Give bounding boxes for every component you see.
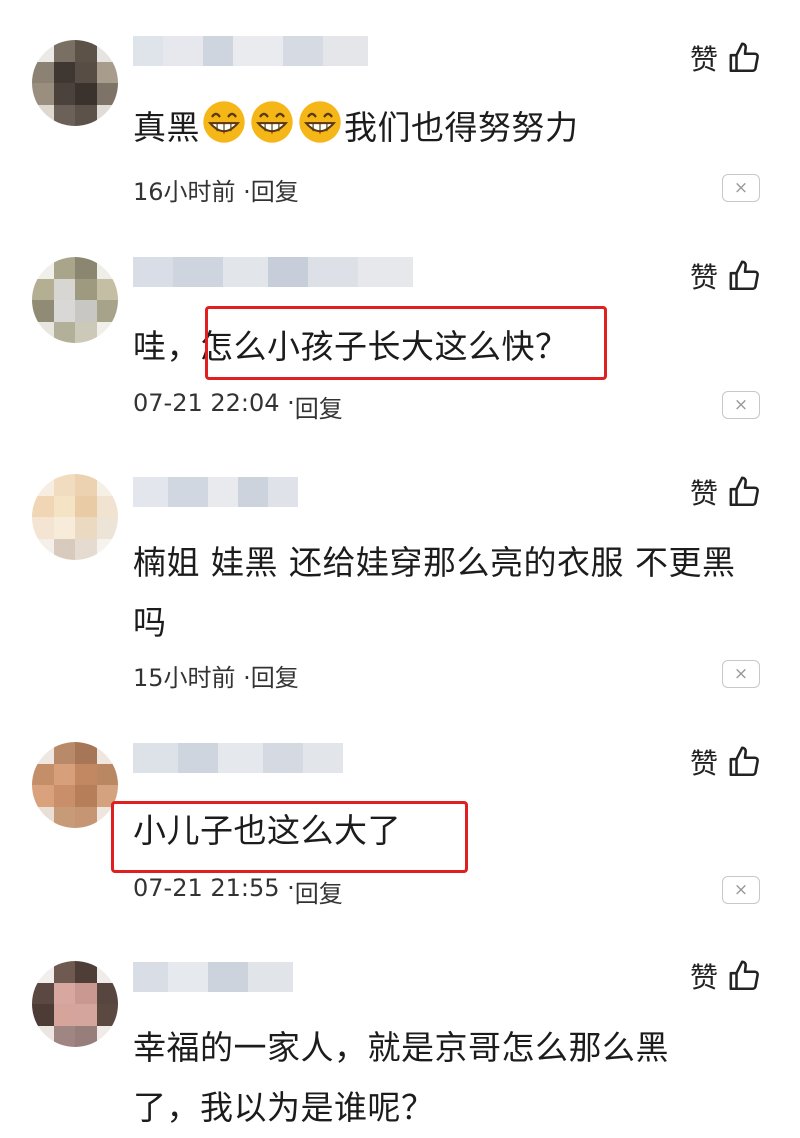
username-blurred[interactable]	[133, 257, 413, 287]
close-icon: ×	[733, 395, 749, 415]
comment-text: 小儿子也这么大了	[133, 811, 401, 850]
avatar[interactable]	[32, 742, 118, 828]
avatar[interactable]	[32, 961, 118, 1047]
thumbs-up-icon	[729, 476, 759, 507]
like-label: 赞	[689, 43, 718, 76]
username-blurred[interactable]	[133, 962, 293, 992]
timestamp: 15小时前 ·	[133, 664, 251, 692]
grinning-face-emoji-icon	[299, 101, 341, 143]
like-button[interactable]: 赞	[690, 956, 762, 996]
reply-button[interactable]: 回复	[251, 172, 299, 207]
reply-button[interactable]: 回复	[295, 389, 343, 424]
username-blurred[interactable]	[133, 743, 343, 773]
like-label: 赞	[689, 961, 718, 994]
like-label: 赞	[689, 477, 718, 510]
comment-text: 楠姐 娃黑 还给娃穿那么亮的衣服 不更黑吗	[133, 543, 736, 642]
username-blurred[interactable]	[133, 477, 298, 507]
like-button[interactable]: 赞	[690, 472, 762, 512]
timestamp: 07-21 22:04 ·	[133, 389, 295, 417]
comment-text-before: 真黑	[133, 108, 200, 147]
dismiss-button[interactable]: ×	[722, 174, 760, 202]
avatar[interactable]	[32, 474, 118, 560]
comment-text-prefix: 哇，	[133, 327, 200, 366]
thumbs-up-icon	[729, 960, 759, 991]
comment-text: 幸福的一家人，就是京哥怎么那么黑了，我以为是谁呢？	[133, 1028, 669, 1127]
like-label: 赞	[689, 261, 718, 294]
reply-button[interactable]: 回复	[295, 874, 343, 909]
thumbs-up-icon	[729, 42, 759, 73]
like-label: 赞	[689, 747, 718, 780]
close-icon: ×	[733, 880, 749, 900]
dismiss-button[interactable]: ×	[722, 876, 760, 904]
close-icon: ×	[733, 664, 749, 684]
dismiss-button[interactable]: ×	[722, 391, 760, 419]
dismiss-button[interactable]: ×	[722, 660, 760, 688]
thumbs-up-icon	[729, 746, 759, 777]
comment-meta: 15小时前 · 回复	[133, 658, 299, 693]
emoji-group	[200, 101, 344, 147]
comment-text-highlighted: 怎么小孩子长大这么快？	[200, 327, 569, 366]
grinning-face-emoji-icon	[251, 101, 293, 143]
timestamp: 07-21 21:55 ·	[133, 874, 295, 902]
like-button[interactable]: 赞	[690, 256, 762, 296]
comment-text-after: 我们也得努努力	[344, 108, 579, 147]
comment-meta: 07-21 22:04 · 回复	[133, 389, 343, 424]
timestamp: 16小时前 ·	[133, 178, 251, 206]
like-button[interactable]: 赞	[690, 38, 762, 78]
comment-meta: 07-21 21:55 · 回复	[133, 874, 343, 909]
username-blurred[interactable]	[133, 36, 368, 66]
comment-text: 哇，怎么小孩子长大这么快？	[133, 317, 764, 377]
grinning-face-emoji-icon	[203, 101, 245, 143]
comment-meta: 16小时前 · 回复	[133, 172, 299, 207]
reply-button[interactable]: 回复	[251, 658, 299, 693]
avatar[interactable]	[32, 257, 118, 343]
like-button[interactable]: 赞	[690, 742, 762, 782]
comment-text: 真黑 我们也得努努力	[133, 98, 764, 158]
thumbs-up-icon	[729, 260, 759, 291]
close-icon: ×	[733, 178, 749, 198]
avatar[interactable]	[32, 40, 118, 126]
